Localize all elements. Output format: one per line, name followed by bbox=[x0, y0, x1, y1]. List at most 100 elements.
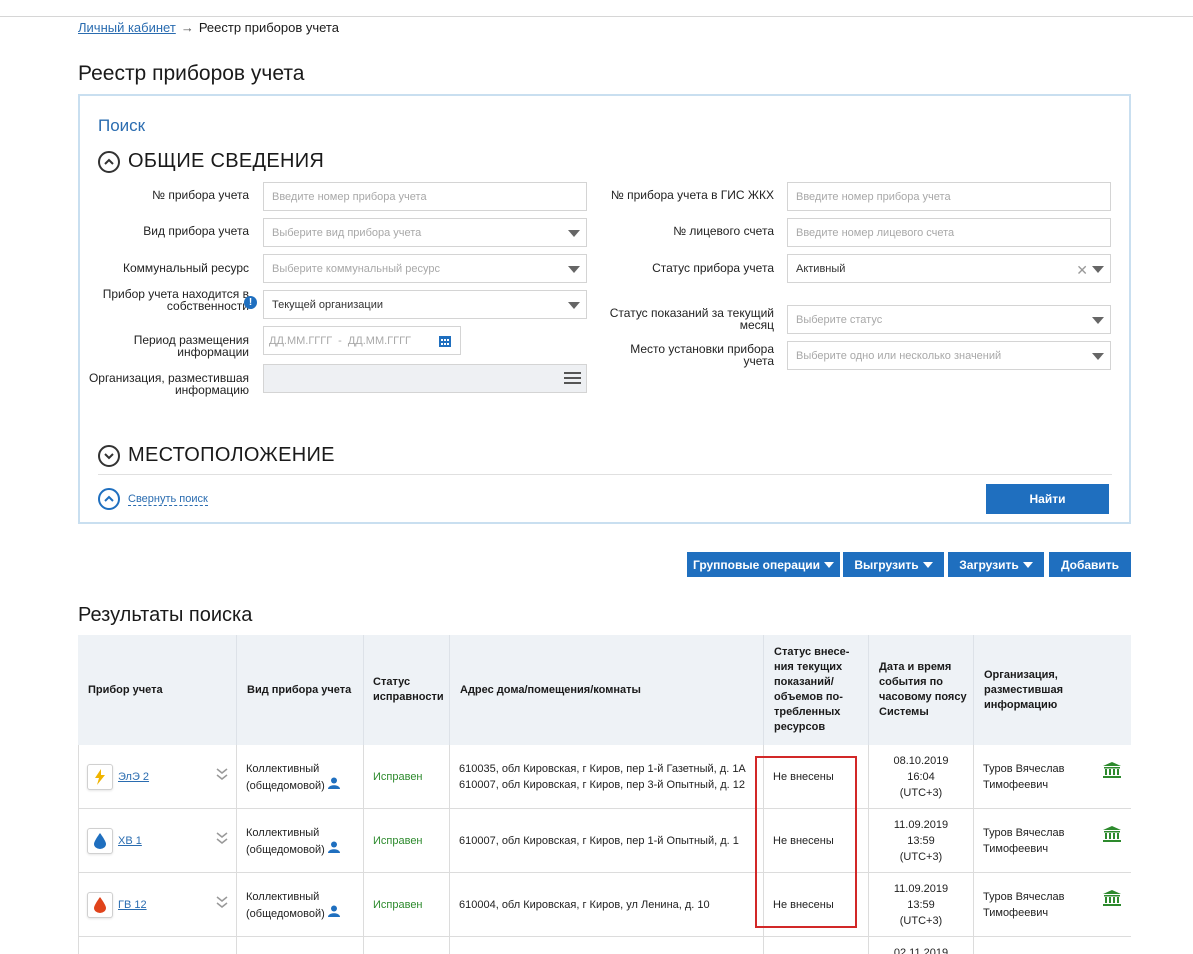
device-type-placeholder: Выберите вид прибора учета bbox=[272, 226, 422, 239]
bank-icon[interactable] bbox=[1103, 762, 1121, 778]
breadcrumb-home-link[interactable]: Личный кабинет bbox=[78, 20, 176, 35]
org-line1: Туров Вячеслав bbox=[983, 891, 1065, 903]
col-header-datetime[interactable]: Дата и время события по часовому поясу С… bbox=[869, 635, 974, 745]
org-label: Организация, разместившая информацию bbox=[89, 372, 249, 396]
period-date-range[interactable]: ДД.ММ.ГГГГ - ДД.ММ.ГГГГ bbox=[263, 326, 461, 355]
org-cell: Туров Вячеслав Тимофеевич bbox=[974, 873, 1131, 937]
chevron-up-circle-icon bbox=[98, 488, 120, 510]
device-status-value: Активный bbox=[796, 262, 846, 275]
address-cell bbox=[450, 937, 764, 954]
search-panel: Поиск ОБЩИЕ СВЕДЕНИЯ № прибора учета Вве… bbox=[78, 94, 1131, 524]
readings-status-select[interactable]: Выберите статус bbox=[787, 305, 1111, 334]
import-label: Загрузить bbox=[959, 557, 1019, 572]
type-cell bbox=[237, 937, 364, 954]
address-cell: 610035, обл Кировская, г Киров, пер 1-й … bbox=[450, 745, 764, 809]
device-link[interactable]: ЭлЭ 2 bbox=[118, 769, 149, 785]
date-separator: - bbox=[338, 334, 342, 347]
clear-icon[interactable]: ✕ bbox=[1076, 262, 1088, 279]
col-header-readings-line6: ресурсов bbox=[774, 721, 826, 733]
double-chevron-down-icon[interactable] bbox=[216, 767, 228, 781]
list-menu-icon[interactable] bbox=[564, 372, 581, 387]
group-operations-button[interactable]: Групповые операции bbox=[687, 552, 840, 577]
person-icon bbox=[327, 777, 340, 789]
device-type-label: Вид прибора учета bbox=[143, 224, 249, 238]
col-header-device[interactable]: Прибор учета bbox=[78, 635, 237, 745]
section-location-toggle[interactable]: МЕСТОПОЛОЖЕНИЕ bbox=[98, 444, 335, 467]
col-header-status-line1: Статус bbox=[373, 676, 411, 688]
type-line1: Коллективный bbox=[246, 826, 320, 839]
address-cell: 610007, обл Кировская, г Киров, пер 1-й … bbox=[450, 809, 764, 873]
col-header-datetime-line1: Дата и время bbox=[879, 661, 952, 673]
ownership-select[interactable]: Текущей организации bbox=[263, 290, 587, 319]
device-link[interactable]: ГВ 12 bbox=[118, 897, 147, 913]
import-button[interactable]: Загрузить bbox=[948, 552, 1044, 577]
col-header-org[interactable]: Организация, разместившая информацию bbox=[974, 635, 1131, 745]
account-number-input[interactable]: Введите номер лицевого счета bbox=[787, 218, 1111, 247]
caret-down-icon bbox=[1092, 317, 1104, 324]
org-picker[interactable] bbox=[263, 364, 587, 393]
col-header-readings-line4: объемов по- bbox=[774, 691, 843, 703]
org-cell: Туров Вячеслав Тимофеевич bbox=[974, 809, 1131, 873]
account-number-label: № лицевого счета bbox=[673, 224, 774, 238]
collapse-search-link[interactable]: Свернуть поиск bbox=[98, 488, 208, 510]
install-place-select[interactable]: Выберите одно или несколько значений bbox=[787, 341, 1111, 370]
ownership-label: Прибор учета находится в собственности bbox=[103, 288, 249, 312]
resource-placeholder: Выберите коммунальный ресурс bbox=[272, 262, 440, 275]
caret-down-icon bbox=[922, 561, 933, 568]
status-cell: Исправен bbox=[364, 873, 450, 937]
device-status-select[interactable]: Активный ✕ bbox=[787, 254, 1111, 283]
address-line1: 610035, обл Кировская, г Киров, пер 1-й … bbox=[459, 763, 746, 775]
add-button[interactable]: Добавить bbox=[1049, 552, 1131, 577]
col-header-type[interactable]: Вид прибора учета bbox=[237, 635, 364, 745]
datetime-cell: 11.09.2019 13:59 (UTC+3) bbox=[869, 809, 974, 873]
caret-down-icon bbox=[1022, 561, 1033, 568]
org-line1: Туров Вячеслав bbox=[983, 827, 1065, 839]
export-button[interactable]: Выгрузить bbox=[843, 552, 944, 577]
table-row[interactable]: ГВ 12 Коллективный (общедомовой) Исправен… bbox=[78, 873, 1131, 937]
breadcrumb-arrow: → bbox=[180, 20, 194, 35]
org-line2: Тимофеевич bbox=[983, 779, 1049, 791]
col-header-status[interactable]: Статус исправности bbox=[364, 635, 450, 745]
date-to-input[interactable]: ДД.ММ.ГГГГ bbox=[348, 335, 411, 347]
caret-down-icon bbox=[1092, 353, 1104, 360]
status-cell: Исправен bbox=[364, 745, 450, 809]
water-drop-icon bbox=[87, 828, 113, 854]
caret-down-icon bbox=[824, 561, 835, 568]
type-line2: (общедомовой) bbox=[246, 779, 325, 792]
double-chevron-down-icon[interactable] bbox=[216, 895, 228, 909]
table-row[interactable]: ХВ 1 Коллективный (общедомовой) Исправен … bbox=[78, 809, 1131, 873]
device-status-label: Статус прибора учета bbox=[652, 261, 774, 275]
device-number-input[interactable]: Введите номер прибора учета bbox=[263, 182, 587, 211]
section-general-toggle[interactable]: ОБЩИЕ СВЕДЕНИЯ bbox=[98, 150, 324, 173]
table-row[interactable]: 02.11.2019 bbox=[78, 937, 1131, 954]
period-label: Период размещения информации bbox=[134, 334, 249, 358]
results-title: Результаты поиска bbox=[78, 604, 253, 626]
col-header-datetime-line3: часовому поясу bbox=[879, 691, 967, 703]
col-header-readings[interactable]: Статус внесе- ния текущих показаний/ объ… bbox=[764, 635, 869, 745]
find-button[interactable]: Найти bbox=[986, 484, 1109, 514]
add-label: Добавить bbox=[1060, 557, 1120, 572]
device-type-select[interactable]: Выберите вид прибора учета bbox=[263, 218, 587, 247]
time-text: 16:04 bbox=[907, 771, 935, 783]
gis-number-input[interactable]: Введите номер прибора учета bbox=[787, 182, 1111, 211]
resource-select[interactable]: Выберите коммунальный ресурс bbox=[263, 254, 587, 283]
breadcrumb: Личный кабинет → Реестр приборов учета bbox=[78, 20, 339, 35]
ownership-value: Текущей организации bbox=[272, 298, 383, 311]
table-row[interactable]: ЭлЭ 2 Коллективный (общедомовой) Исправен… bbox=[78, 745, 1131, 809]
double-chevron-down-icon[interactable] bbox=[216, 831, 228, 845]
datetime-cell: 11.09.2019 13:59 (UTC+3) bbox=[869, 873, 974, 937]
org-line2: Тимофеевич bbox=[983, 907, 1049, 919]
device-cell: ГВ 12 bbox=[78, 873, 237, 937]
bank-icon[interactable] bbox=[1103, 890, 1121, 906]
caret-down-icon bbox=[1092, 266, 1104, 273]
device-link[interactable]: ХВ 1 bbox=[118, 833, 142, 849]
date-from-input[interactable]: ДД.ММ.ГГГГ bbox=[269, 335, 332, 347]
collapse-search-label: Свернуть поиск bbox=[128, 492, 208, 506]
info-icon[interactable]: ! bbox=[244, 296, 257, 309]
calendar-icon[interactable] bbox=[438, 334, 452, 348]
time-text: 13:59 bbox=[907, 899, 935, 911]
col-header-address[interactable]: Адрес дома/помещения/комнаты bbox=[450, 635, 764, 745]
bank-icon[interactable] bbox=[1103, 826, 1121, 842]
gis-number-label: № прибора учета в ГИС ЖКХ bbox=[610, 188, 774, 202]
type-cell: Коллективный (общедомовой) bbox=[237, 745, 364, 809]
